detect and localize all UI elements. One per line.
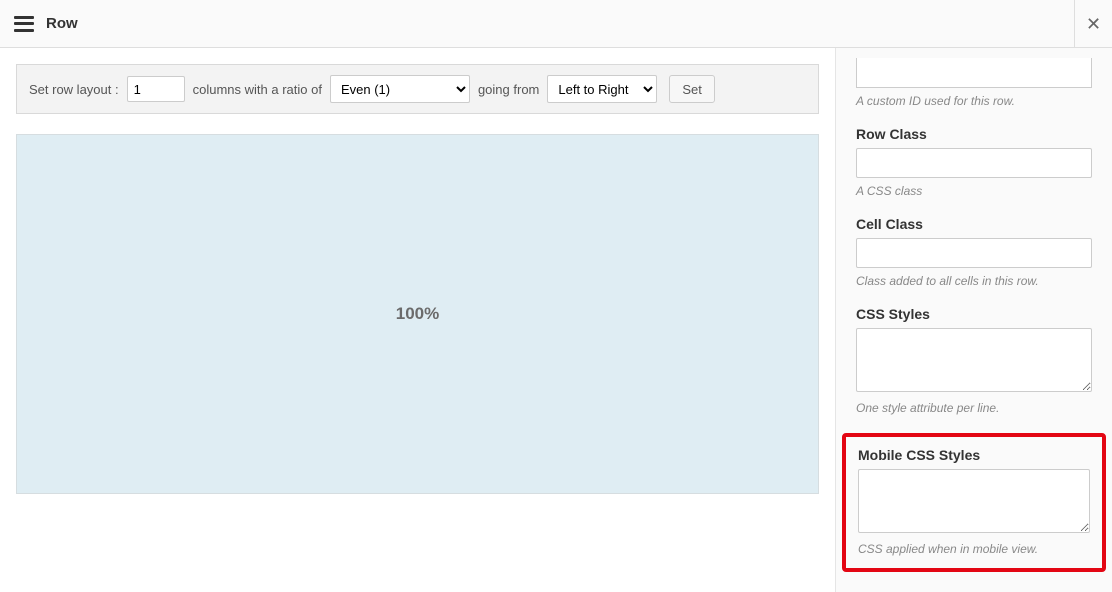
cell-class-desc: Class added to all cells in this row.: [856, 274, 1092, 288]
css-styles-label: CSS Styles: [856, 306, 1092, 322]
css-styles-input[interactable]: [856, 328, 1092, 392]
cell-class-label: Cell Class: [856, 216, 1092, 232]
css-styles-desc: One style attribute per line.: [856, 401, 1092, 415]
mobile-css-label: Mobile CSS Styles: [858, 447, 1090, 463]
set-row-layout-label: Set row layout :: [29, 82, 119, 97]
columns-ratio-label: columns with a ratio of: [193, 82, 322, 97]
mobile-css-desc: CSS applied when in mobile view.: [858, 542, 1090, 556]
direction-select[interactable]: Left to Right: [547, 75, 657, 103]
row-class-input[interactable]: [856, 148, 1092, 178]
close-icon: ✕: [1086, 14, 1101, 35]
columns-count-input[interactable]: [127, 76, 185, 102]
page-title: Row: [46, 15, 78, 32]
topbar: Row ✕: [0, 0, 1112, 48]
set-button[interactable]: Set: [669, 75, 715, 103]
menu-icon[interactable]: [14, 16, 34, 32]
row-id-input[interactable]: [856, 58, 1092, 88]
cell-width-label: 100%: [396, 304, 439, 324]
row-class-label: Row Class: [856, 126, 1092, 142]
mobile-css-input[interactable]: [858, 469, 1090, 533]
mobile-css-highlight: Mobile CSS Styles CSS applied when in mo…: [842, 433, 1106, 572]
row-id-desc: A custom ID used for this row.: [856, 94, 1092, 108]
close-button[interactable]: ✕: [1074, 0, 1112, 48]
cell-class-input[interactable]: [856, 238, 1092, 268]
going-from-label: going from: [478, 82, 539, 97]
sidebar: A custom ID used for this row. Row Class…: [835, 48, 1112, 592]
row-preview[interactable]: 100%: [16, 134, 819, 494]
row-layout-controls: Set row layout : columns with a ratio of…: [16, 64, 819, 114]
row-class-desc: A CSS class: [856, 184, 1092, 198]
ratio-select[interactable]: Even (1): [330, 75, 470, 103]
main-panel: Set row layout : columns with a ratio of…: [0, 48, 835, 592]
